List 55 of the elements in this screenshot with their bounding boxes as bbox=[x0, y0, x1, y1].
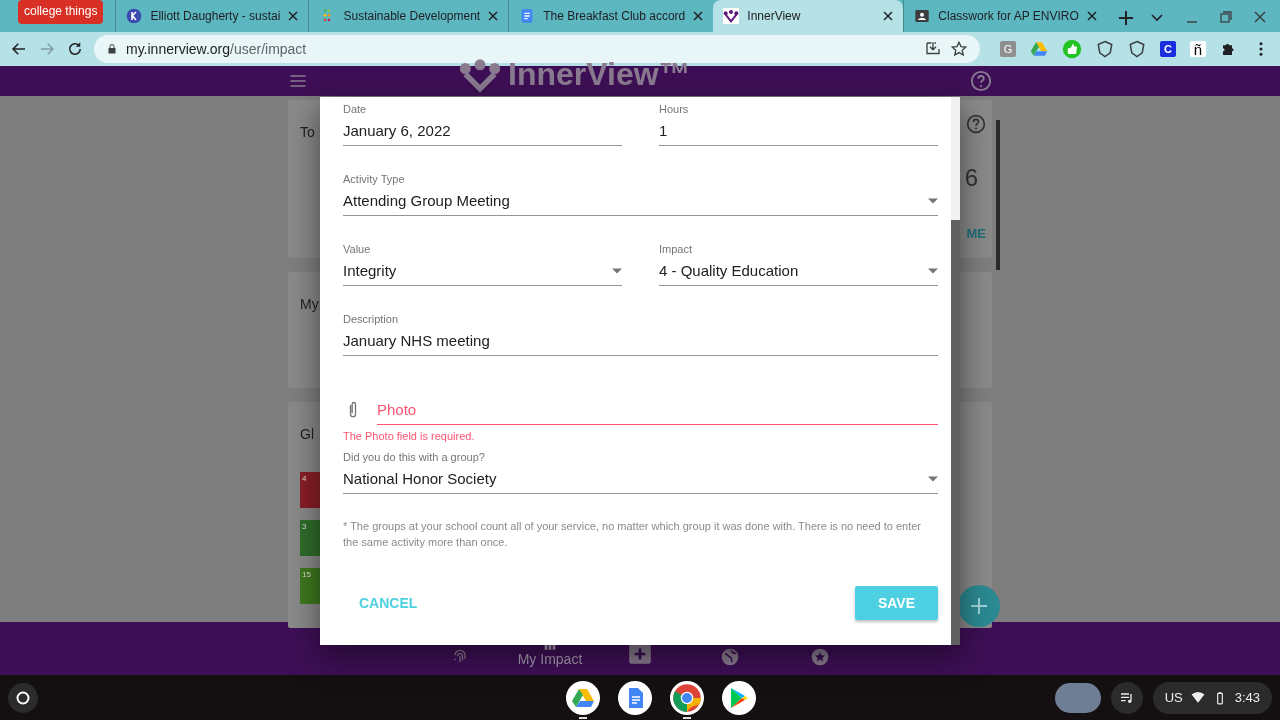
star-icon[interactable] bbox=[950, 40, 968, 58]
close-icon[interactable] bbox=[693, 11, 704, 21]
close-icon[interactable] bbox=[883, 11, 894, 21]
select-field[interactable]: Integrity bbox=[343, 256, 622, 286]
select-field[interactable]: Attending Group Meeting bbox=[343, 186, 938, 216]
close-icon[interactable] bbox=[288, 11, 299, 21]
close-icon[interactable] bbox=[1086, 11, 1097, 21]
extension-button[interactable]: C bbox=[1160, 41, 1176, 57]
field-label: Activity Type bbox=[343, 172, 406, 186]
drive-icon[interactable] bbox=[1030, 40, 1048, 58]
media-button[interactable] bbox=[1110, 681, 1143, 714]
scrollbar-thumb[interactable] bbox=[951, 220, 960, 645]
field-label: Value bbox=[343, 242, 372, 256]
card-title: Gl bbox=[300, 426, 314, 442]
plus-icon bbox=[970, 597, 988, 615]
nav-item[interactable]: My Impact bbox=[505, 635, 595, 675]
logo-icon bbox=[723, 8, 740, 24]
address-bar[interactable]: my.innerview.org/user/impact bbox=[94, 35, 980, 63]
select-field[interactable]: National Honor Society bbox=[343, 464, 938, 494]
close-icon[interactable] bbox=[488, 11, 499, 21]
new-tab-icon[interactable] bbox=[1118, 11, 1133, 25]
reload-icon[interactable] bbox=[66, 40, 84, 58]
field-label: Hours bbox=[659, 102, 690, 116]
extension-button[interactable]: ñ bbox=[1190, 41, 1206, 57]
circle-icon bbox=[16, 690, 30, 705]
text-field[interactable]: January NHS meeting bbox=[343, 326, 938, 356]
thumbs-up-icon[interactable] bbox=[1062, 39, 1082, 59]
photo-placeholder[interactable] bbox=[1054, 682, 1101, 713]
field-label: Did you do this with a group? bbox=[343, 450, 486, 464]
field-label: Date bbox=[343, 102, 368, 116]
card-title: My bbox=[300, 296, 319, 312]
launcher-button[interactable] bbox=[8, 682, 38, 713]
note-text: * The groups at your school count all of your service, no matter which group it was done with. There is no need to enter the same activity more than once. bbox=[343, 519, 923, 550]
shield-icon[interactable] bbox=[1128, 40, 1146, 58]
help-icon[interactable] bbox=[966, 114, 986, 134]
person-card-icon bbox=[914, 8, 931, 24]
tab-group-label[interactable]: college things bbox=[18, 0, 104, 24]
status-area[interactable]: US 3:43 bbox=[1152, 681, 1272, 714]
k-icon bbox=[126, 8, 143, 24]
browser-tab[interactable]: InnerView bbox=[713, 0, 904, 32]
lock-icon bbox=[106, 43, 118, 55]
text-field[interactable]: January 6, 2022 bbox=[343, 116, 622, 146]
text-field[interactable]: 1 bbox=[659, 116, 938, 146]
wifi-icon bbox=[1190, 690, 1205, 705]
select-field[interactable]: 4 - Quality Education bbox=[659, 256, 938, 286]
globe-icon[interactable] bbox=[720, 647, 740, 667]
card-title: To bbox=[300, 124, 315, 140]
field-label: Description bbox=[343, 312, 400, 326]
error-message: The Photo field is required. bbox=[343, 430, 476, 442]
card-value: 6 bbox=[964, 164, 978, 192]
field-label: Impact bbox=[659, 242, 693, 256]
shield-icon[interactable] bbox=[1096, 40, 1114, 58]
back-icon[interactable] bbox=[10, 40, 28, 58]
help-icon[interactable] bbox=[970, 70, 992, 92]
restore-icon[interactable] bbox=[1220, 11, 1232, 23]
